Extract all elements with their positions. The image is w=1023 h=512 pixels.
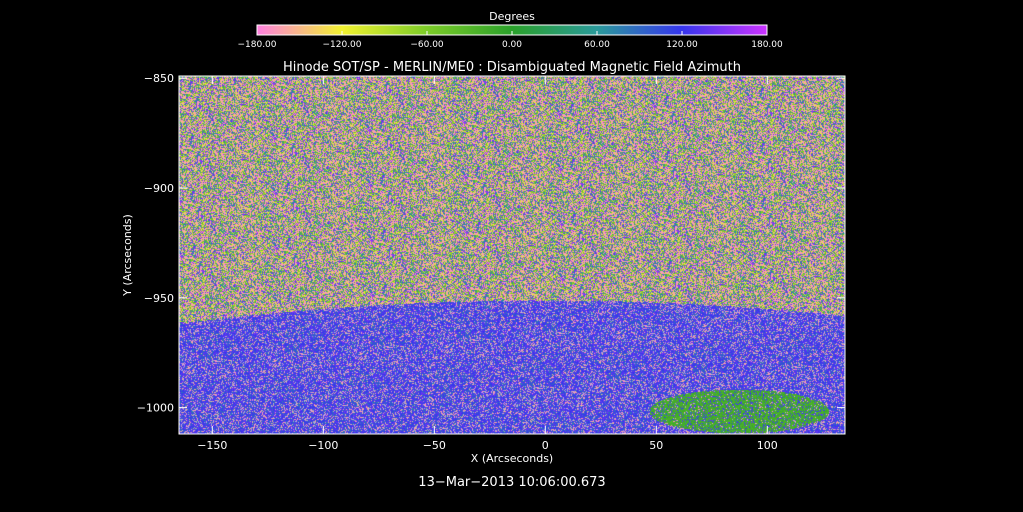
x-axis-label: X (Arcseconds): [471, 452, 553, 465]
colorbar-tick-label: 120.00: [666, 40, 698, 50]
colorbar-tick-label: 180.00: [751, 40, 783, 50]
x-tick-label: 100: [757, 439, 778, 452]
chart-title: Hinode SOT/SP - MERLIN/ME0 : Disambiguat…: [283, 60, 741, 75]
x-tick-label: 50: [649, 439, 663, 452]
observation-timestamp: 13−Mar−2013 10:06:00.673: [418, 475, 605, 490]
colorbar-tick-label: 60.00: [584, 40, 610, 50]
colorbar-label: Degrees: [489, 10, 535, 23]
y-tick-label: −900: [144, 182, 174, 195]
x-tick-label: 0: [542, 439, 549, 452]
y-tick-label: −850: [144, 72, 174, 85]
colorbar-tick-label: −120.00: [322, 40, 361, 50]
y-axis-label: Y (Arcseconds): [121, 214, 134, 297]
colorbar-tick-label: −60.00: [410, 40, 444, 50]
azimuth-heatmap: [179, 76, 845, 434]
plot-area: [178, 75, 846, 435]
colorbar-tick-label: 0.00: [502, 40, 522, 50]
chart-canvas: Degrees −180.00 −120.00 −60.00 0.00 60.00 120…: [121, 10, 846, 490]
y-tick-label: −950: [144, 292, 174, 305]
x-tick-label: −50: [423, 439, 446, 452]
y-tick-label: −1000: [137, 402, 174, 415]
x-tick-label: −100: [308, 439, 338, 452]
x-tick-label: −150: [197, 439, 227, 452]
colorbar-tick-label: −180.00: [237, 40, 276, 50]
